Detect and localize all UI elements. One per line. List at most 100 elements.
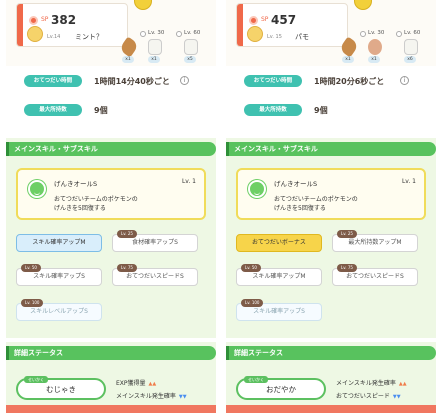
subskill-level-tag: Lv. 75 [337,264,357,272]
max-carry-label: 最大所持数 [24,104,82,116]
subskill-1[interactable]: おてつだいボーナス [236,234,322,252]
nature-tag: せいかく [244,376,268,383]
pokemon-level: Lv. 15 [267,34,282,40]
effect-label: おてつだいスピード [336,393,390,400]
pokemon-icon [247,26,263,42]
up-arrows-icon: ▲▲ [398,381,407,387]
ingredient-qty: x6 [404,56,416,63]
subskill-3[interactable]: Lv. 50 スキル確率アップM [236,264,322,286]
main-skill-level: Lv. 1 [181,178,196,185]
subskill-label: スキルレベルアップS [30,308,88,315]
help-time-value: 1時間20分6秒ごと [314,77,385,86]
skills-section-title: メインスキル・サブスキル [226,142,436,156]
ingredient-qty: x1 [368,56,380,63]
down-arrows-icon: ▼▼ [392,394,401,400]
subskill-label: おてつだいスピードS [126,273,184,280]
down-arrows-icon: ▼▼ [178,394,187,400]
card-accent-bar [17,4,23,46]
subskill-label: 最大所持数アップM [348,239,402,246]
bottom-bar [226,405,436,413]
effect-label: EXP獲得量 [116,380,146,387]
desc-line-1: おてつだいチームのポケモンの [274,196,358,203]
subskill-5[interactable]: Lv. 100 スキル確率アップS [236,299,322,321]
milk-icon [148,39,162,55]
skills-section-title: メインスキル・サブスキル [6,142,216,156]
nature-box[interactable]: せいかく おだやか [236,376,326,400]
help-time-label: おてつだい時間 [24,75,82,87]
subskill-label: スキル確率アップS [33,273,85,280]
pokemon-name: ミント？ [75,33,103,41]
nature-effect-up: EXP獲得量 ▲▲ [116,378,156,387]
milk-icon [404,39,418,55]
ingredient-slot-3: Lv. 60 x5 [172,30,216,64]
main-skill-card[interactable]: げんきオールS Lv. 1 おてつだいチームのポケモンの げんきを5回復する [236,168,426,220]
pokemon-name: パモ [295,33,309,41]
main-skill-card[interactable]: げんきオールS Lv. 1 おてつだいチームのポケモンの げんきを5回復する [16,168,206,220]
nature-tag: せいかく [24,376,48,383]
ingredient-unlock-level: Lv. 60 [404,30,421,36]
lock-icon [396,31,402,37]
subskill-level-tag: Lv. 50 [21,264,41,272]
subskill-4[interactable]: Lv. 75 おてつだいスピードS [332,264,418,286]
pokemon-detail-panel-right: SP 457 Lv. 15 パモ x1 Lv. 30 x1 Lv. 60 x6 … [226,0,436,413]
lock-icon [176,31,182,37]
nature-effect-down: おてつだいスピード ▼▼ [336,391,401,400]
ingredient-qty: x1 [342,56,354,63]
ingredient-unlock-level: Lv. 60 [184,30,201,36]
pokemon-detail-panel-left: SP 382 Lv.14 ミント？ x1 Lv. 30 x1 Lv. 60 x5… [6,0,216,413]
subskill-3[interactable]: Lv. 50 スキル確率アップS [16,264,102,286]
lock-icon [360,31,366,37]
max-carry-value: 9個 [314,106,328,115]
ingredient-qty: x1 [122,56,134,63]
help-time-label: おてつだい時間 [244,75,302,87]
smile-face-icon [248,180,266,198]
subskill-label: 食材確率アップS [132,239,178,246]
subskill-level-tag: Lv. 50 [241,264,261,272]
potato-icon [368,39,382,55]
main-skill-level: Lv. 1 [401,178,416,185]
subskill-4[interactable]: Lv. 75 おてつだいスピードS [112,264,198,286]
effect-label: メインスキル発生確率 [336,380,396,387]
bottom-bar [6,405,216,413]
details-section-title: 詳細ステータス [226,346,436,360]
main-skill-name: げんきオールS [54,180,98,188]
subskill-1[interactable]: スキル確率アップM [16,234,102,252]
nature-box[interactable]: せいかく むじゃき [16,376,106,400]
sp-value: 457 [271,13,297,27]
nature-value: むじゃき [46,385,76,394]
ingredient-unlock-level: Lv. 30 [148,30,165,36]
max-carry-label: 最大所持数 [244,104,302,116]
up-arrows-icon: ▲▲ [148,381,157,387]
ingredient-slot-3: Lv. 60 x6 [392,30,436,64]
help-time-value: 1時間14分40秒ごと [94,77,170,86]
subskill-level-tag: Lv. 100 [21,299,44,307]
effect-label: メインスキル発生確率 [116,393,176,400]
pokemon-icon [27,26,43,42]
nature-value: おだやか [266,385,296,394]
sp-label: SP [261,16,269,23]
main-skill-description: おてつだいチームのポケモンの げんきを5回復する [54,195,194,213]
details-section-title: 詳細ステータス [6,346,216,360]
pokemon-level: Lv.14 [47,34,61,40]
subskill-label: スキル確率アップM [252,273,306,280]
milk-icon [184,39,198,55]
sp-value: 382 [51,13,77,27]
sp-icon [29,16,38,25]
info-icon[interactable]: i [180,76,189,85]
nature-effect-down: メインスキル発生確率 ▼▼ [116,391,187,400]
desc-line-2: げんきを5回復する [274,205,326,212]
sp-label: SP [41,16,49,23]
subskill-level-tag: Lv. 25 [337,230,357,238]
subskill-level-tag: Lv. 100 [241,299,264,307]
sp-icon [249,16,258,25]
desc-line-1: おてつだいチームのポケモンの [54,196,138,203]
main-skill-name: げんきオールS [274,180,318,188]
max-carry-value: 9個 [94,106,108,115]
subskill-5[interactable]: Lv. 100 スキルレベルアップS [16,299,102,321]
info-icon[interactable]: i [400,76,409,85]
smile-face-icon [28,180,46,198]
subskill-2[interactable]: Lv. 25 最大所持数アップM [332,230,418,252]
ingredient-unlock-level: Lv. 30 [368,30,385,36]
subskill-label: おてつだいスピードS [346,273,404,280]
subskill-2[interactable]: Lv. 25 食材確率アップS [112,230,198,252]
